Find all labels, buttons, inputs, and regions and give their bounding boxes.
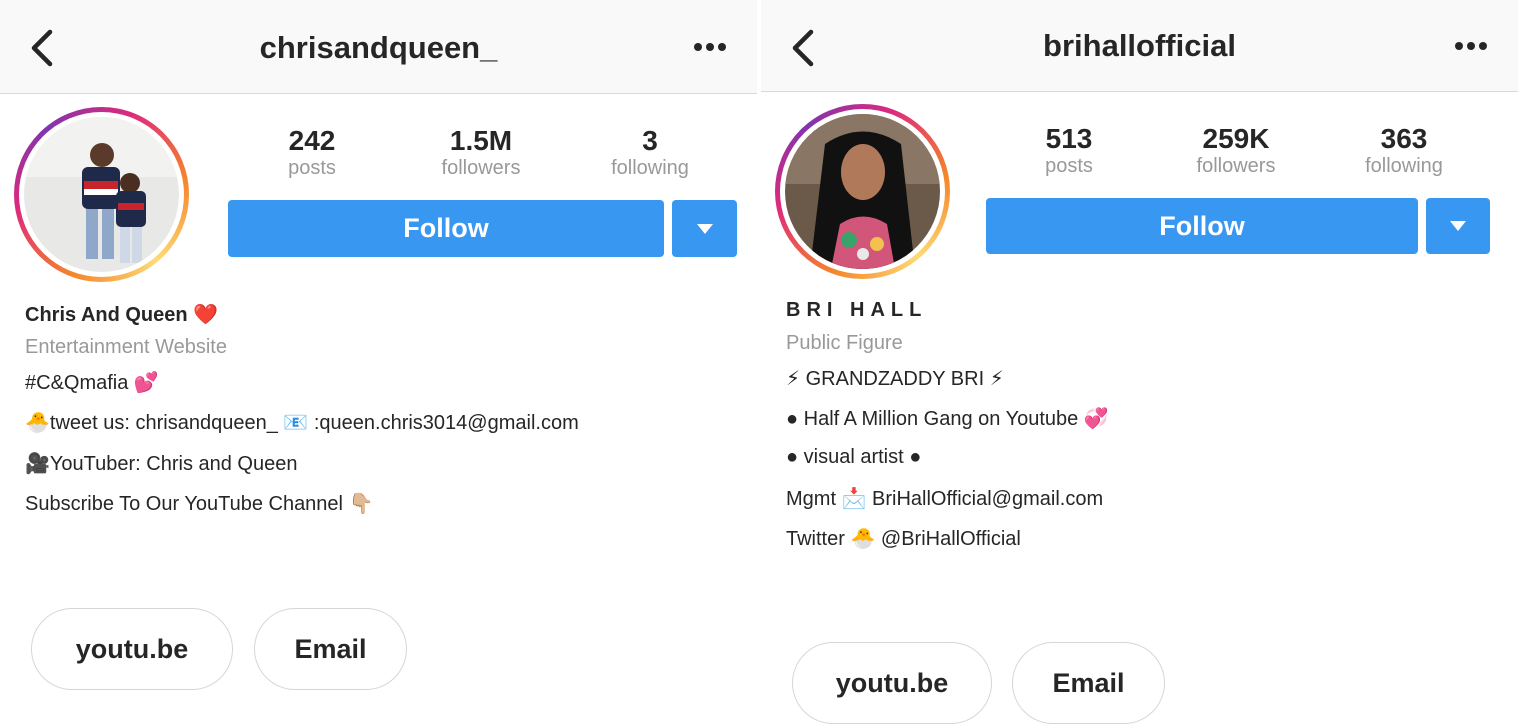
follow-button[interactable]: Follow [228, 200, 664, 257]
profile-panel-right: brihallofficial 513 posts 259K followers [761, 0, 1518, 727]
bio-line[interactable]: 🐣tweet us: chrisandqueen_ 📧 :queen.chris… [25, 410, 579, 435]
avatar[interactable] [14, 107, 189, 282]
stat-followers[interactable]: 259K followers [1161, 124, 1311, 178]
profile-panel-left: chrisandqueen_ 242 posts 1.5M followers … [0, 0, 757, 727]
suggestions-dropdown-button[interactable] [672, 200, 737, 257]
stat-posts[interactable]: 513 posts [994, 124, 1144, 178]
stat-value: 242 [288, 125, 336, 156]
stat-value: 3 [642, 125, 658, 156]
stat-value: 1.5M [449, 125, 513, 156]
stat-posts[interactable]: 242 posts [237, 126, 387, 180]
bio-name: Chris And Queen ❤️ [25, 304, 219, 326]
bio-line: ⚡ GRANDZADDY BRI ⚡ [786, 368, 1004, 390]
profile-username: brihallofficial [1043, 28, 1236, 63]
more-options-icon[interactable] [693, 42, 727, 52]
follow-button[interactable]: Follow [986, 198, 1418, 254]
bio-line: 🎥YouTuber: Chris and Queen [25, 453, 298, 475]
youtube-link-button[interactable]: youtu.be [792, 642, 992, 724]
stat-label: posts [1045, 155, 1093, 177]
bio-line[interactable]: Mgmt 📩 BriHallOfficial@gmail.com [786, 486, 1103, 511]
bio-category: Entertainment Website [25, 336, 227, 358]
youtube-link-button[interactable]: youtu.be [31, 608, 233, 690]
email-button[interactable]: Email [1012, 642, 1165, 724]
suggestions-dropdown-button[interactable] [1426, 198, 1490, 254]
stat-label: posts [288, 157, 336, 179]
stat-following[interactable]: 3 following [575, 126, 725, 180]
bio-category: Public Figure [786, 332, 903, 354]
bio-line: ● visual artist ● [786, 446, 922, 468]
stat-value: 259K [1202, 123, 1270, 154]
avatar-photo [785, 114, 940, 269]
avatar[interactable] [775, 104, 950, 279]
bio-line[interactable]: Twitter 🐣 @BriHallOfficial [786, 526, 1021, 551]
stat-value: 513 [1045, 123, 1093, 154]
stat-label: following [611, 157, 689, 179]
stat-followers[interactable]: 1.5M followers [406, 126, 556, 180]
bio-line[interactable]: #C&Qmafia 💕 [25, 370, 159, 395]
stat-value: 363 [1380, 123, 1428, 154]
avatar-photo [24, 117, 179, 272]
email-button[interactable]: Email [254, 608, 407, 690]
bio-line: Subscribe To Our YouTube Channel 👇🏼 [25, 493, 374, 515]
bio-name: BRI HALL [786, 299, 928, 321]
bio-line: ● Half A Million Gang on Youtube 💞 [786, 408, 1109, 430]
nav-bar: chrisandqueen_ [0, 0, 757, 94]
stat-label: following [1365, 155, 1443, 177]
nav-bar: brihallofficial [761, 0, 1518, 92]
stat-label: followers [1196, 155, 1276, 177]
dropdown-arrow-icon [1450, 221, 1466, 231]
stat-following[interactable]: 363 following [1329, 124, 1479, 178]
more-options-icon[interactable] [1454, 41, 1488, 51]
stat-label: followers [441, 157, 521, 179]
profile-username: chrisandqueen_ [259, 30, 498, 65]
dropdown-arrow-icon [696, 223, 713, 234]
